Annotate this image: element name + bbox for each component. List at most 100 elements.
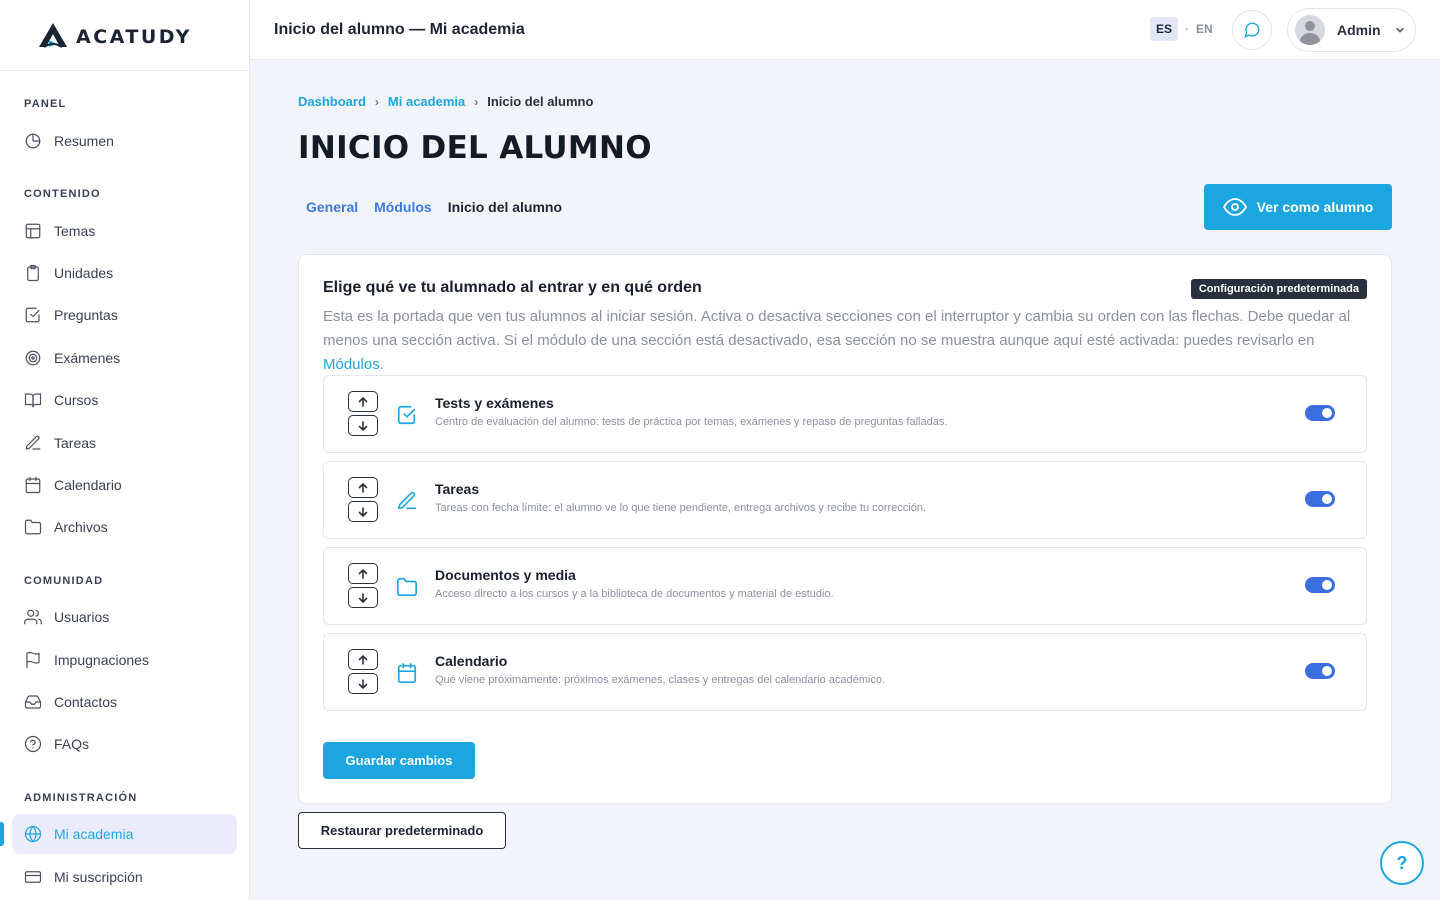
view-as-student-button[interactable]: Ver como alumno — [1204, 184, 1392, 230]
breadcrumb: Dashboard › Mi academia › Inicio del alu… — [298, 94, 593, 109]
lang-en-button[interactable]: EN — [1196, 22, 1213, 36]
section-description: Qué viene próximamente: próximos exámene… — [435, 674, 886, 686]
check-square-icon — [25, 307, 40, 323]
sidebar-item-resumen[interactable]: Resumen — [12, 121, 237, 161]
sidebar-item-preguntas[interactable]: Preguntas — [12, 295, 237, 335]
sidebar-item-label: Exámenes — [54, 350, 121, 366]
sidebar-item-cursos[interactable]: Cursos — [12, 380, 237, 420]
section-row-documentos: Documentos y media Acceso directo a los … — [323, 547, 1367, 625]
eye-icon — [1222, 198, 1247, 216]
lang-es-button[interactable]: ES — [1150, 17, 1179, 41]
nav-section-comunidad: COMUNIDAD — [24, 575, 104, 587]
arrow-up-icon — [358, 482, 368, 493]
move-up-button[interactable] — [348, 391, 378, 412]
help-circle-icon — [24, 735, 42, 753]
calendar-icon — [396, 662, 418, 684]
move-down-button[interactable] — [348, 673, 378, 694]
arrow-up-icon — [358, 396, 368, 407]
section-description: Centro de evaluación del alumno: tests d… — [435, 416, 948, 428]
inbox-icon — [24, 695, 42, 709]
arrow-down-icon — [358, 420, 368, 431]
section-toggle[interactable] — [1305, 491, 1335, 507]
sidebar: ACATUDY PANEL Resumen CONTENIDO Temas Un… — [0, 0, 250, 900]
users-icon — [24, 609, 42, 625]
breadcrumb-dashboard[interactable]: Dashboard — [298, 94, 366, 109]
move-down-button[interactable] — [348, 587, 378, 608]
move-up-button[interactable] — [348, 563, 378, 584]
sidebar-item-label: Preguntas — [54, 307, 118, 323]
modulos-link[interactable]: Módulos — [323, 356, 380, 373]
globe-icon — [24, 825, 42, 843]
card-description: Esta es la portada que ven tus alumnos a… — [323, 305, 1368, 377]
section-title: Documentos y media — [435, 567, 576, 583]
logo-icon — [39, 23, 67, 48]
sidebar-item-temas[interactable]: Temas — [12, 211, 237, 251]
active-indicator — [0, 822, 4, 846]
section-row-calendario: Calendario Qué viene próximamente: próxi… — [323, 633, 1367, 711]
sidebar-item-mi-suscripcion[interactable]: Mi suscripción — [12, 857, 237, 897]
move-down-button[interactable] — [348, 415, 378, 436]
move-down-button[interactable] — [348, 501, 378, 522]
sidebar-item-label: Contactos — [54, 694, 118, 710]
section-title: Tests y exámenes — [435, 395, 554, 411]
avatar — [1295, 15, 1325, 45]
reorder-controls — [348, 391, 378, 439]
clipboard-icon — [27, 264, 39, 282]
move-up-button[interactable] — [348, 477, 378, 498]
sidebar-item-label: Usuarios — [54, 609, 110, 625]
nav-section-contenido: CONTENIDO — [24, 188, 101, 200]
logo[interactable]: ACATUDY — [0, 0, 249, 71]
pen-icon — [25, 435, 41, 450]
sidebar-item-impugnaciones[interactable]: Impugnaciones — [12, 640, 237, 680]
sidebar-item-tareas[interactable]: Tareas — [12, 423, 237, 463]
sidebar-item-mi-academia[interactable]: Mi academia — [12, 814, 237, 854]
breadcrumb-mi-academia[interactable]: Mi academia — [388, 94, 465, 109]
sidebar-item-contactos[interactable]: Contactos — [12, 682, 237, 722]
pen-icon — [396, 490, 418, 512]
section-row-tests: Tests y exámenes Centro de evaluación de… — [323, 375, 1367, 453]
topbar: Inicio del alumno — Mi academia ES · EN … — [250, 0, 1440, 60]
tab-general[interactable]: General — [306, 199, 358, 215]
breadcrumb-current: Inicio del alumno — [487, 94, 594, 109]
sidebar-item-unidades[interactable]: Unidades — [12, 253, 237, 293]
user-menu-button[interactable]: Admin — [1287, 8, 1416, 52]
book-open-icon — [24, 393, 42, 408]
section-row-tareas: Tareas Tareas con fecha límite: el alumn… — [323, 461, 1367, 539]
section-description: Tareas con fecha límite: el alumno ve lo… — [435, 502, 926, 514]
help-button[interactable]: ? — [1380, 841, 1424, 885]
target-icon — [25, 350, 41, 366]
nav-section-panel: PANEL — [24, 98, 67, 110]
sidebar-item-label: Cursos — [54, 392, 99, 408]
sidebar-item-label: Tareas — [54, 435, 97, 451]
reset-defaults-button[interactable]: Restaurar predeterminado — [298, 812, 506, 849]
tab-modulos[interactable]: Módulos — [374, 199, 432, 215]
student-home-card: Elige qué ve tu alumnado al entrar y en … — [298, 254, 1392, 804]
tabs: General Módulos Inicio del alumno — [306, 199, 578, 215]
sidebar-item-usuarios[interactable]: Usuarios — [12, 597, 237, 637]
sidebar-item-label: Mi suscripción — [54, 869, 143, 885]
page-title: INICIO DEL ALUMNO — [298, 130, 652, 166]
section-toggle[interactable] — [1305, 577, 1335, 593]
sidebar-item-faqs[interactable]: FAQs — [12, 724, 237, 764]
nav-section-administracion: ADMINISTRACIÓN — [24, 792, 138, 804]
lang-separator: · — [1185, 22, 1190, 36]
section-toggle[interactable] — [1305, 405, 1335, 421]
arrow-up-icon — [358, 568, 368, 579]
section-toggle[interactable] — [1305, 663, 1335, 679]
sidebar-item-calendario[interactable]: Calendario — [12, 465, 237, 505]
credit-card-icon — [24, 871, 42, 883]
tab-inicio-del-alumno[interactable]: Inicio del alumno — [448, 199, 562, 215]
user-name: Admin — [1337, 22, 1381, 38]
reorder-controls — [348, 563, 378, 611]
sidebar-item-archivos[interactable]: Archivos — [12, 507, 237, 547]
save-button[interactable]: Guardar cambios — [323, 742, 475, 779]
move-up-button[interactable] — [348, 649, 378, 670]
arrow-down-icon — [358, 506, 368, 517]
card-description-end: . — [379, 356, 384, 373]
language-switcher: ES · EN — [1150, 17, 1213, 41]
chat-button[interactable] — [1232, 10, 1272, 50]
folder-icon — [24, 519, 42, 535]
view-as-student-label: Ver como alumno — [1256, 199, 1374, 215]
sidebar-item-examenes[interactable]: Exámenes — [12, 338, 237, 378]
reorder-controls — [348, 477, 378, 525]
